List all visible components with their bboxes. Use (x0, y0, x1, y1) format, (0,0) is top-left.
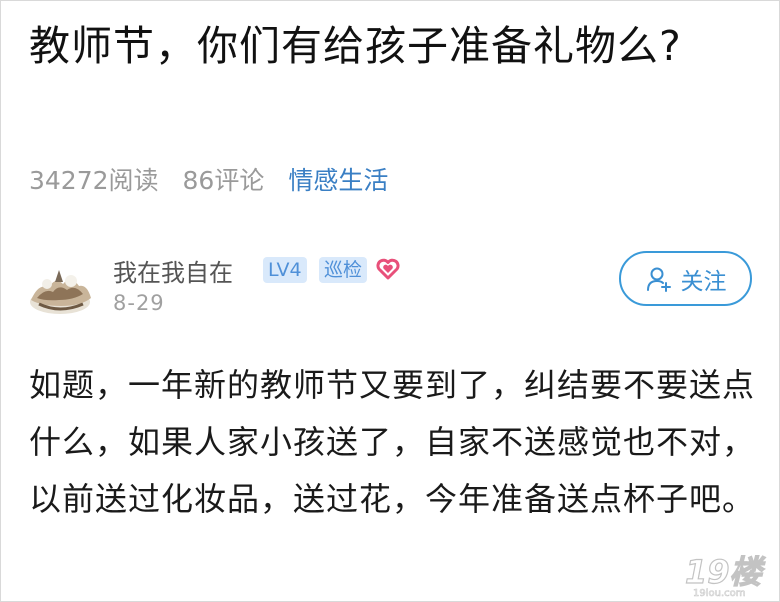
post-date: 8-29 (113, 291, 165, 315)
avatar[interactable] (25, 254, 95, 324)
heart-icon (376, 258, 400, 280)
author-row: 我在我自在 LV4 巡检 8-29 关注 (23, 251, 763, 324)
patrol-badge: 巡检 (319, 257, 368, 283)
post-body: 如题，一年新的教师节又要到了，纠结要不要送点什么，如果人家小孩送了，自家不送感觉… (29, 366, 756, 518)
svg-text:19楼: 19楼 (685, 553, 767, 591)
author-name[interactable]: 我在我自在 (113, 253, 233, 288)
level-badge: LV4 (263, 257, 307, 283)
post-meta: 34272阅读 86评论 情感生活 (29, 161, 388, 197)
user-plus-icon (646, 267, 671, 292)
follow-button[interactable]: 关注 (619, 251, 752, 306)
watermark-logo: 19楼 19lou.com (684, 552, 767, 599)
category-link[interactable]: 情感生活 (288, 161, 388, 197)
read-count: 34272阅读 (29, 166, 159, 195)
post-page: 教师节，你们有给孩子准备礼物么? 34272阅读 86评论 情感生活 我在我自在… (0, 0, 780, 602)
post-title: 教师节，你们有给孩子准备礼物么? (29, 22, 682, 70)
comment-count[interactable]: 86评论 (183, 161, 265, 197)
follow-label: 关注 (680, 268, 727, 295)
avatar-image (25, 254, 95, 324)
svg-text:19lou.com: 19lou.com (693, 588, 746, 599)
